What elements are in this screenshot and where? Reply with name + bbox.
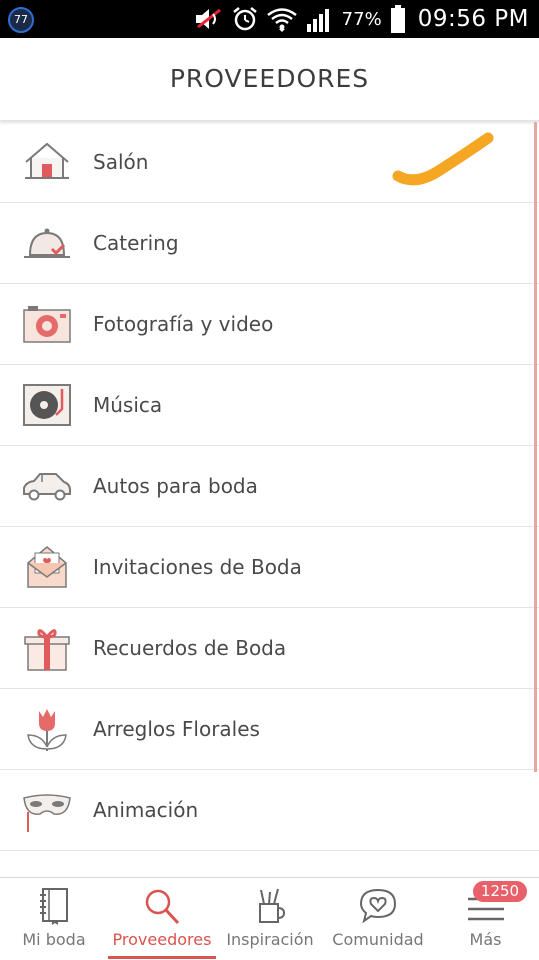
tab-label: Inspiración — [226, 930, 314, 949]
tab-label: Más — [469, 930, 502, 949]
tab-comunidad[interactable]: Comunidad — [324, 878, 432, 960]
list-item-label: Invitaciones de Boda — [93, 555, 302, 579]
list-item-label: Arreglos Florales — [93, 717, 260, 741]
notification-badge: 77 — [8, 7, 34, 33]
app-header: PROVEEDORES — [0, 38, 539, 121]
gift-icon — [24, 629, 70, 671]
wifi-icon — [266, 8, 297, 32]
notebook-icon — [40, 888, 68, 925]
cloche-icon — [24, 228, 70, 258]
list-item-label: Animación — [93, 798, 199, 822]
search-icon — [145, 889, 180, 925]
tab-mi-boda[interactable]: Mi boda — [0, 878, 108, 960]
list-item-partial[interactable] — [0, 851, 539, 877]
list-item-label: Salón — [93, 150, 149, 174]
list-item-musica[interactable]: Música — [0, 365, 539, 446]
battery-icon — [390, 5, 405, 33]
tab-label: Mi boda — [22, 930, 86, 949]
house-icon — [25, 142, 69, 179]
mask-icon — [23, 794, 71, 832]
muted-speaker-icon — [195, 8, 221, 29]
tab-label: Comunidad — [332, 930, 424, 949]
camera-icon — [23, 306, 71, 343]
list-item-invitaciones[interactable]: Invitaciones de Boda — [0, 527, 539, 608]
list-item-arreglos[interactable]: Arreglos Florales — [0, 689, 539, 770]
partial-item-icon — [22, 867, 72, 877]
bottom-navigation: Mi boda Proveedores Inspiración Comunida… — [0, 877, 539, 960]
clock: 09:56 PM — [417, 6, 529, 32]
scrollbar[interactable] — [534, 122, 537, 772]
pencil-cup-icon — [259, 888, 286, 923]
notification-count-badge: 1250 — [473, 881, 527, 902]
page-title: PROVEEDORES — [169, 64, 370, 93]
list-item-recuerdos[interactable]: Recuerdos de Boda — [0, 608, 539, 689]
alarm-icon — [232, 7, 257, 31]
status-bar: 77 77% 09:56 PM — [0, 0, 539, 38]
heart-bubble-icon — [359, 888, 397, 924]
turntable-icon — [23, 384, 71, 426]
tab-inspiracion[interactable]: Inspiración — [216, 878, 324, 960]
tulip-icon — [27, 709, 67, 751]
envelope-icon — [27, 546, 67, 588]
list-item-label: Fotografía y video — [93, 312, 274, 336]
list-item-animacion[interactable]: Animación — [0, 770, 539, 851]
car-icon — [23, 473, 71, 501]
list-item-label: Recuerdos de Boda — [93, 636, 287, 660]
status-icons: 77% 09:56 PM — [194, 0, 529, 38]
orange-checkmark-annotation — [392, 132, 494, 186]
list-item-fotografia[interactable]: Fotografía y video — [0, 284, 539, 365]
signal-icon — [306, 9, 329, 32]
list-item-autos[interactable]: Autos para boda — [0, 446, 539, 527]
tab-proveedores[interactable]: Proveedores — [108, 878, 216, 960]
battery-percent: 77% — [341, 8, 382, 30]
list-item-label: Autos para boda — [93, 474, 258, 498]
tab-label: Proveedores — [112, 930, 212, 949]
list-item-label: Música — [93, 393, 163, 417]
vendor-category-list: Salón Catering Fotografía y video Música — [0, 122, 539, 877]
list-item-catering[interactable]: Catering — [0, 203, 539, 284]
list-item-label: Catering — [93, 231, 179, 255]
